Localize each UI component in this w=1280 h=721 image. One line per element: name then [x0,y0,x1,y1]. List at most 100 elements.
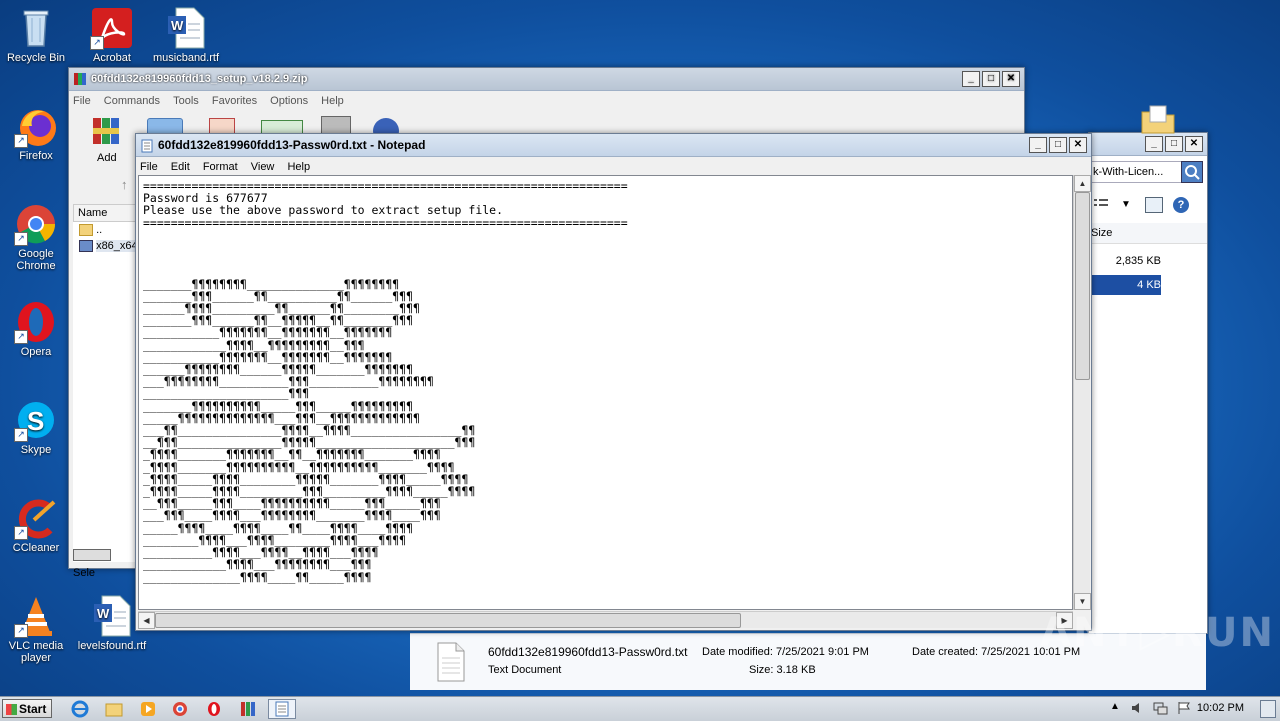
details-filename: 60fdd132e819960fdd13-Passw0rd.txt [488,645,688,659]
folder-icon [1140,104,1176,134]
notepad-content[interactable]: ========================================… [139,176,1072,583]
winrar-titlebar[interactable]: 60fdd132e819960fdd13_setup_v18.2.9.zip _… [69,68,1024,91]
desktop-icon-label: Firefox [19,150,53,162]
desktop-icon-chrome[interactable]: ↗ Google Chrome [0,202,72,272]
chevron-down-icon[interactable]: ▼ [1121,199,1131,210]
notepad-text-area[interactable]: ========================================… [138,175,1073,610]
scroll-up-button[interactable]: ▲ [1074,175,1091,192]
help-icon[interactable]: ? [1173,197,1189,213]
list-item[interactable]: .. [79,222,102,238]
desktop-icon-skype[interactable]: S ↗ Skype [0,398,72,456]
menu-format[interactable]: Format [203,157,238,177]
menu-options[interactable]: Options [270,91,308,111]
desktop-icon-label: Skype [20,444,52,456]
notepad-window[interactable]: 60fdd132e819960fdd13-Passw0rd.txt - Note… [135,133,1092,631]
desktop-icon-musicband[interactable]: W musicband.rtf [150,6,222,64]
menu-file[interactable]: File [73,91,91,111]
menu-commands[interactable]: Commands [104,91,160,111]
maximize-button[interactable]: □ [1049,137,1067,153]
scroll-left-button[interactable]: ◀ [138,612,155,629]
menu-favorites[interactable]: Favorites [212,91,257,111]
menu-view[interactable]: View [251,157,275,177]
desktop-icon-label: Recycle Bin [6,52,66,64]
horizontal-scroll-thumb[interactable] [155,613,741,628]
close-button[interactable]: ✕ [1069,137,1087,153]
search-icon[interactable] [1181,161,1203,183]
taskbar-notepad-button[interactable] [268,699,296,719]
taskbar: Start ▲ 10:02 PM [0,696,1280,721]
notepad-titlebar[interactable]: 60fdd132e819960fdd13-Passw0rd.txt - Note… [136,134,1091,157]
winrar-icon [73,72,87,86]
desktop-icon-vlc[interactable]: ↗ VLC media player [0,594,72,664]
watermark: ANY▷RUN [1040,610,1275,656]
close-button[interactable]: ✕ [1185,136,1203,152]
details-size: Size: 3.18 KB [749,664,816,676]
vertical-scrollbar[interactable]: ▲ ▼ [1073,175,1091,610]
preview-pane-icon[interactable] [1145,197,1163,213]
desktop-icon-label: Acrobat [93,52,131,64]
search-input[interactable]: k-With-Licen... [1089,161,1182,183]
horizontal-scrollbar[interactable]: ◀ ▶ [138,611,1073,629]
menu-help[interactable]: Help [287,157,310,177]
taskbar-opera-button[interactable] [200,699,228,719]
taskbar-media-button[interactable] [134,699,162,719]
explorer-titlebar[interactable]: _ □ ✕ [1089,133,1207,156]
maximize-button[interactable]: □ [982,71,1000,87]
minimize-button[interactable]: _ [1029,137,1047,153]
drive-icon [73,549,111,562]
desktop-icon-ccleaner[interactable]: ↗ CCleaner [0,496,72,554]
winrar-file-list[interactable]: .. x86_x64 [73,222,138,562]
view-options-icon[interactable] [1093,197,1109,211]
desktop-icon-label: musicband.rtf [152,52,220,64]
opera-icon [208,702,220,716]
menu-help[interactable]: Help [321,91,344,111]
list-item[interactable]: x86_x64 [79,238,138,254]
desktop-icon-firefox[interactable]: ↗ Firefox [0,104,72,162]
desktop-icon-recycle-bin[interactable]: Recycle Bin [0,6,72,64]
word-document-icon: W [164,6,208,50]
folder-icon [79,224,93,237]
text-file-icon [436,642,466,682]
action-center-flag-icon[interactable] [1176,701,1192,715]
add-button-label[interactable]: Add [97,152,117,164]
network-icon[interactable] [1152,701,1168,715]
list-item-label: x86_x64 [96,240,138,252]
winrar-menubar: File Commands Tools Favorites Options He… [69,91,1024,111]
add-archive-icon[interactable] [91,116,123,146]
close-button[interactable]: ✕ [1002,71,1020,87]
taskbar-clock[interactable]: 10:02 PM [1197,702,1244,714]
minimize-button[interactable]: _ [962,71,980,87]
notepad-menubar: File Edit Format View Help [136,157,1091,177]
notepad-icon [140,138,154,153]
show-hidden-icons-icon[interactable]: ▲ [1110,701,1126,715]
file-size: 2,835 KB [1115,255,1161,267]
desktop-icon-acrobat[interactable]: ↗ Acrobat [76,6,148,64]
minimize-button[interactable]: _ [1145,136,1163,152]
recycle-bin-icon [14,6,58,50]
size-column-header[interactable]: Size [1089,223,1168,244]
name-column-header[interactable]: Name [73,204,137,222]
svg-text:W: W [171,18,184,33]
speaker-icon[interactable] [1130,701,1146,715]
explorer-window[interactable]: _ □ ✕ k-With-Licen... ▼ ? Size 2,835 KB … [1088,132,1208,634]
column-header[interactable] [1167,223,1207,244]
maximize-button[interactable]: □ [1165,136,1183,152]
ccleaner-icon: ↗ [14,496,58,540]
scroll-down-button[interactable]: ▼ [1074,593,1091,610]
desktop-icon-opera[interactable]: ↗ Opera [0,300,72,358]
winrar-statusbar: Sele [73,546,135,579]
taskbar-explorer-button[interactable] [100,699,128,719]
desktop-icon-label: levelsfound.rtf [77,640,147,652]
media-player-icon [141,702,155,716]
start-button[interactable]: Start [2,699,52,718]
menu-tools[interactable]: Tools [173,91,199,111]
menu-file[interactable]: File [140,157,158,177]
show-desktop-button[interactable] [1260,700,1276,718]
taskbar-winrar-button[interactable] [234,699,262,719]
chrome-icon [173,702,187,716]
taskbar-chrome-button[interactable] [166,699,194,719]
menu-edit[interactable]: Edit [171,157,190,177]
vertical-scroll-thumb[interactable] [1075,192,1090,380]
taskbar-ie-button[interactable] [66,699,94,719]
file-size-selected[interactable]: 4 KB [1089,275,1161,295]
